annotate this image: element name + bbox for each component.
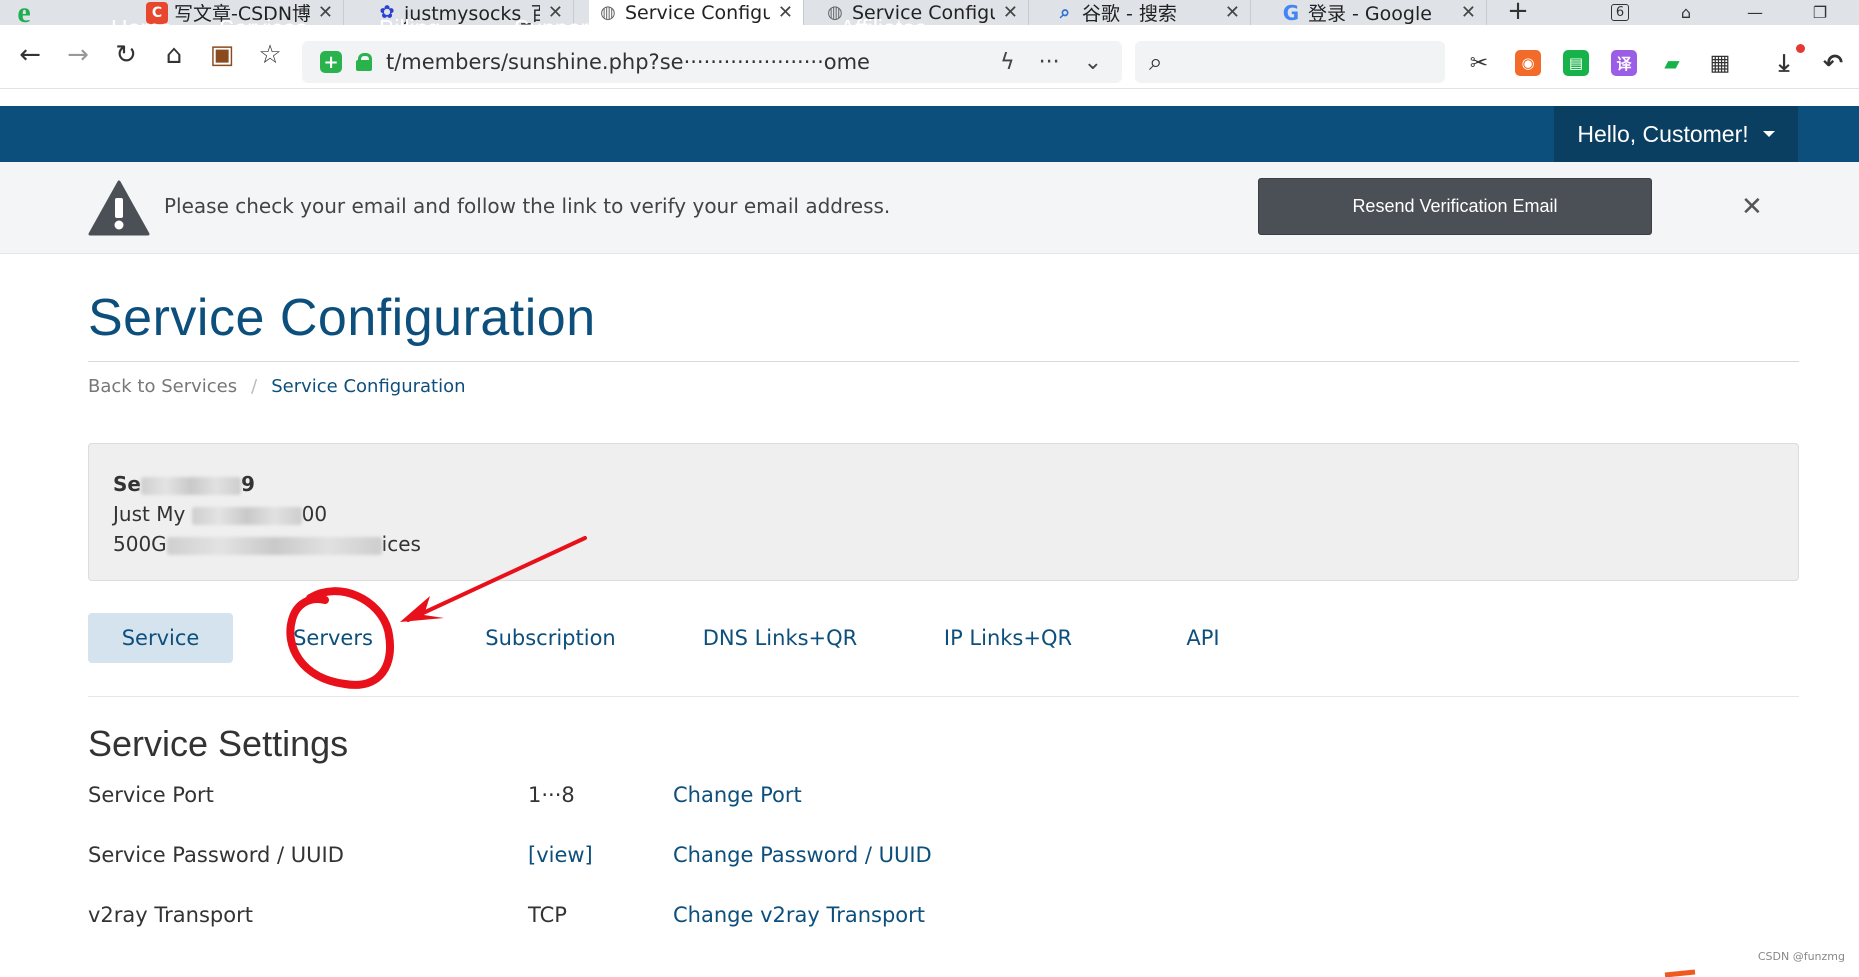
section-title: Service Settings: [88, 723, 349, 764]
back-arrow-icon[interactable]: ←: [12, 35, 48, 75]
warning-icon: [88, 180, 150, 236]
google-icon: G: [1282, 0, 1300, 25]
nav-services[interactable]: Services: [219, 0, 334, 56]
setting-label: v2ray Transport: [88, 903, 253, 927]
download-icon[interactable]: ⤓: [1771, 49, 1797, 77]
more-dots-icon[interactable]: ···: [1039, 50, 1060, 75]
game-controller-icon[interactable]: ◉: [1515, 50, 1541, 76]
breadcrumb-separator: /: [251, 376, 258, 397]
caret-down-icon: [1762, 131, 1775, 137]
tab-subscription[interactable]: Subscription: [468, 613, 633, 663]
lightning-icon[interactable]: ϟ: [1000, 50, 1015, 75]
redacted-text: [166, 536, 382, 555]
close-icon[interactable]: ✕: [1741, 192, 1763, 222]
nav-home[interactable]: Home: [111, 0, 172, 56]
chevron-down-icon[interactable]: ⌄: [1084, 50, 1102, 75]
change-transport-link[interactable]: Change v2ray Transport: [673, 903, 925, 927]
service-summary-card: Se 9 Just My 00 500G ices: [88, 443, 1799, 581]
scissors-icon[interactable]: ✂: [1466, 50, 1492, 76]
browser-tab-google-login[interactable]: G 登录 - Google ✕: [1272, 0, 1487, 25]
notification-dot: [1796, 44, 1805, 53]
service-plan: 500G ices: [113, 532, 421, 556]
minimize-icon[interactable]: —: [1735, 0, 1775, 25]
service-tabs: Service Servers Subscription DNS Links+Q…: [88, 613, 1799, 697]
verify-message: Please check your email and follow the l…: [164, 194, 891, 218]
breadcrumb-back-to-services[interactable]: Back to Services: [88, 376, 237, 397]
search-icon: ⌕: [1149, 48, 1163, 76]
apps-grid-icon[interactable]: ▦: [1707, 50, 1733, 76]
page-title: Service Configuration: [88, 289, 596, 347]
setting-value: 1···8: [528, 783, 575, 807]
nav-open-ticket[interactable]: Open Ticket: [670, 0, 793, 56]
service-name: Se 9: [113, 472, 255, 496]
tab-api[interactable]: API: [1173, 613, 1233, 663]
view-password-link[interactable]: [view]: [528, 843, 593, 867]
tab-service[interactable]: Service: [88, 613, 233, 663]
tab-count-badge[interactable]: 6: [1600, 0, 1640, 25]
book-icon[interactable]: ▤: [1563, 50, 1589, 76]
caret-down-icon: [321, 25, 334, 31]
close-icon[interactable]: ✕: [1225, 2, 1240, 23]
browser-search-input[interactable]: ⌕: [1135, 41, 1445, 83]
browser-tab-google-search[interactable]: ⌕ 谷歌 - 搜索 ✕: [1046, 0, 1251, 25]
translate-icon[interactable]: 译: [1611, 50, 1637, 76]
close-icon[interactable]: ✕: [1003, 2, 1018, 23]
redacted-text: [191, 506, 302, 525]
new-tab-button[interactable]: +: [1503, 0, 1533, 25]
settings-row-password: Service Password / UUID [view] Change Pa…: [88, 843, 1088, 873]
setting-value: TCP: [528, 903, 567, 927]
change-port-link[interactable]: Change Port: [673, 783, 802, 807]
nav-billing[interactable]: Billing: [379, 0, 467, 56]
settings-row-transport: v2ray Transport TCP Change v2ray Transpo…: [88, 903, 1088, 933]
annotation-mark: [1664, 969, 1696, 977]
title-divider: [88, 361, 1799, 362]
tab-servers[interactable]: Servers: [273, 613, 393, 663]
forward-arrow-icon[interactable]: →: [60, 35, 96, 75]
nav-affiliates[interactable]: Affiliates: [840, 0, 927, 56]
chat-icon[interactable]: ▰: [1659, 50, 1685, 76]
tab-ip-links-qr[interactable]: IP Links+QR: [933, 613, 1083, 663]
account-menu[interactable]: Hello, Customer!: [1554, 106, 1798, 162]
lock-icon: [356, 53, 372, 71]
redacted-text: [140, 476, 241, 495]
setting-label: Service Port: [88, 783, 214, 807]
tab-dns-links-qr[interactable]: DNS Links+QR: [700, 613, 860, 663]
close-icon[interactable]: ✕: [1461, 2, 1476, 23]
service-product: Just My 00: [113, 502, 328, 526]
undo-icon[interactable]: ↶: [1820, 49, 1846, 77]
change-password-link[interactable]: Change Password / UUID: [673, 843, 932, 867]
watermark: CSDN @funzmg: [1757, 950, 1845, 963]
resend-verification-button[interactable]: Resend Verification Email: [1258, 178, 1652, 235]
nav-support[interactable]: Support: [514, 0, 621, 56]
settings-row-port: Service Port 1···8 Change Port: [88, 783, 1088, 813]
browser-logo-icon: e: [17, 0, 31, 29]
shirt-icon[interactable]: ⌂: [1666, 0, 1706, 25]
caret-down-icon: [454, 25, 467, 31]
setting-label: Service Password / UUID: [88, 843, 344, 867]
restore-icon[interactable]: ❐: [1800, 0, 1840, 25]
breadcrumb-current: Service Configuration: [271, 376, 466, 397]
search-icon: ⌕: [1059, 2, 1071, 23]
breadcrumb: Back to Services / Service Configuration: [88, 376, 466, 397]
caret-down-icon: [608, 25, 621, 31]
